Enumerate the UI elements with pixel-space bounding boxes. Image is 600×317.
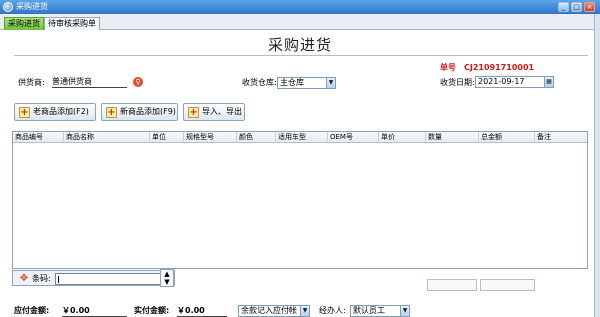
date-label: 收货日期: — [440, 78, 475, 87]
minimize-button[interactable]: _ — [558, 2, 569, 12]
add-icon: + — [106, 107, 117, 118]
barcode-label: 条码: — [32, 274, 51, 283]
import-export-button[interactable]: + 导入、导出 — [183, 103, 245, 121]
move-icon: ✥ — [19, 273, 29, 284]
amount-total-box — [480, 279, 535, 291]
barcode-input[interactable] — [55, 273, 161, 285]
supplier-picker-icon[interactable]: ⚲ — [133, 77, 143, 87]
col-header[interactable]: 商品名称 — [64, 132, 150, 143]
calendar-icon[interactable]: ▦ — [544, 77, 553, 87]
close-button[interactable]: × — [584, 2, 595, 12]
handler-label: 经办人: — [319, 306, 346, 315]
payable-label: 应付金额: — [14, 306, 50, 315]
page-title: 采购进货 — [267, 36, 332, 54]
add-icon: + — [19, 107, 30, 118]
balance-mode-value: 余款记入应付帐 — [241, 306, 297, 315]
col-header[interactable]: 商品编号 — [13, 132, 64, 143]
handler-select[interactable]: 默认员工 ▼ — [350, 305, 410, 317]
add-old-item-button[interactable]: + 老商品添加(F2) — [14, 103, 96, 121]
col-header[interactable]: 单位 — [150, 132, 184, 143]
chevron-down-icon[interactable]: ▼ — [300, 306, 309, 316]
warehouse-select[interactable]: 主仓库 ▼ — [277, 77, 336, 89]
supplier-value: 普通供货商 — [52, 77, 92, 86]
chevron-down-icon[interactable]: ▼ — [400, 306, 409, 316]
barcode-bar: ✥ 条码: — [12, 270, 175, 286]
col-header[interactable]: 备注 — [535, 132, 587, 143]
window-title: 采购进货 — [16, 2, 48, 11]
warehouse-label: 收货仓库: — [242, 78, 277, 87]
date-value: 2021-09-17 — [478, 77, 525, 86]
order-number-label: 单号 — [440, 63, 456, 72]
chevron-down-icon[interactable]: ▼ — [161, 278, 173, 286]
handler-value: 默认员工 — [353, 306, 385, 315]
col-header[interactable]: 颜色 — [237, 132, 276, 143]
actual-paid-label: 实付金额: — [134, 306, 170, 315]
title-divider — [14, 55, 588, 56]
order-number-value: CJ21091710001 — [464, 63, 535, 72]
col-header[interactable]: OEM号 — [328, 132, 379, 143]
col-header[interactable]: 适用车型 — [276, 132, 328, 143]
tab-pending-review[interactable]: 待审核采购单 — [44, 17, 100, 30]
barcode-spinner[interactable]: ▲ ▼ — [160, 269, 174, 287]
add-new-item-button[interactable]: + 新商品添加(F9) — [101, 103, 178, 121]
grid-header: 商品编号 商品名称 单位 规格型号 颜色 适用车型 OEM号 单价 数量 总金额… — [13, 132, 587, 143]
vertical-scrollbar[interactable] — [594, 14, 600, 317]
warehouse-value: 主仓库 — [280, 78, 304, 87]
actual-paid-amount[interactable]: ￥0.00 — [177, 306, 227, 317]
col-header[interactable]: 单价 — [379, 132, 426, 143]
app-icon — [3, 2, 13, 12]
col-header[interactable]: 规格型号 — [184, 132, 237, 143]
col-header[interactable]: 总金额 — [479, 132, 535, 143]
items-grid[interactable]: 商品编号 商品名称 单位 规格型号 颜色 适用车型 OEM号 单价 数量 总金额… — [12, 131, 588, 269]
add-icon: + — [188, 107, 199, 118]
supplier-field[interactable]: 普通供货商 — [52, 77, 127, 88]
maximize-button[interactable]: □ — [571, 2, 582, 12]
date-picker[interactable]: 2021-09-17 ▦ — [475, 76, 554, 88]
add-new-item-label: 新商品添加(F9) — [120, 107, 176, 116]
chevron-down-icon[interactable]: ▼ — [326, 78, 335, 88]
col-header[interactable]: 数量 — [426, 132, 479, 143]
supplier-label: 供货商: — [18, 78, 45, 87]
order-number: 单号 CJ21091710001 — [440, 62, 534, 73]
tab-purchase[interactable]: 采购进货 — [4, 17, 44, 30]
chevron-up-icon[interactable]: ▲ — [164, 270, 169, 278]
title-bar: 采购进货 _ □ × — [0, 0, 600, 14]
tab-bar: 采购进货 待审核采购单 — [0, 14, 600, 30]
payable-amount[interactable]: ￥0.00 — [62, 306, 127, 317]
balance-mode-select[interactable]: 余款记入应付帐 ▼ — [238, 305, 310, 317]
import-export-label: 导入、导出 — [202, 107, 242, 116]
add-old-item-label: 老商品添加(F2) — [33, 107, 89, 116]
quantity-total-box — [427, 279, 477, 291]
